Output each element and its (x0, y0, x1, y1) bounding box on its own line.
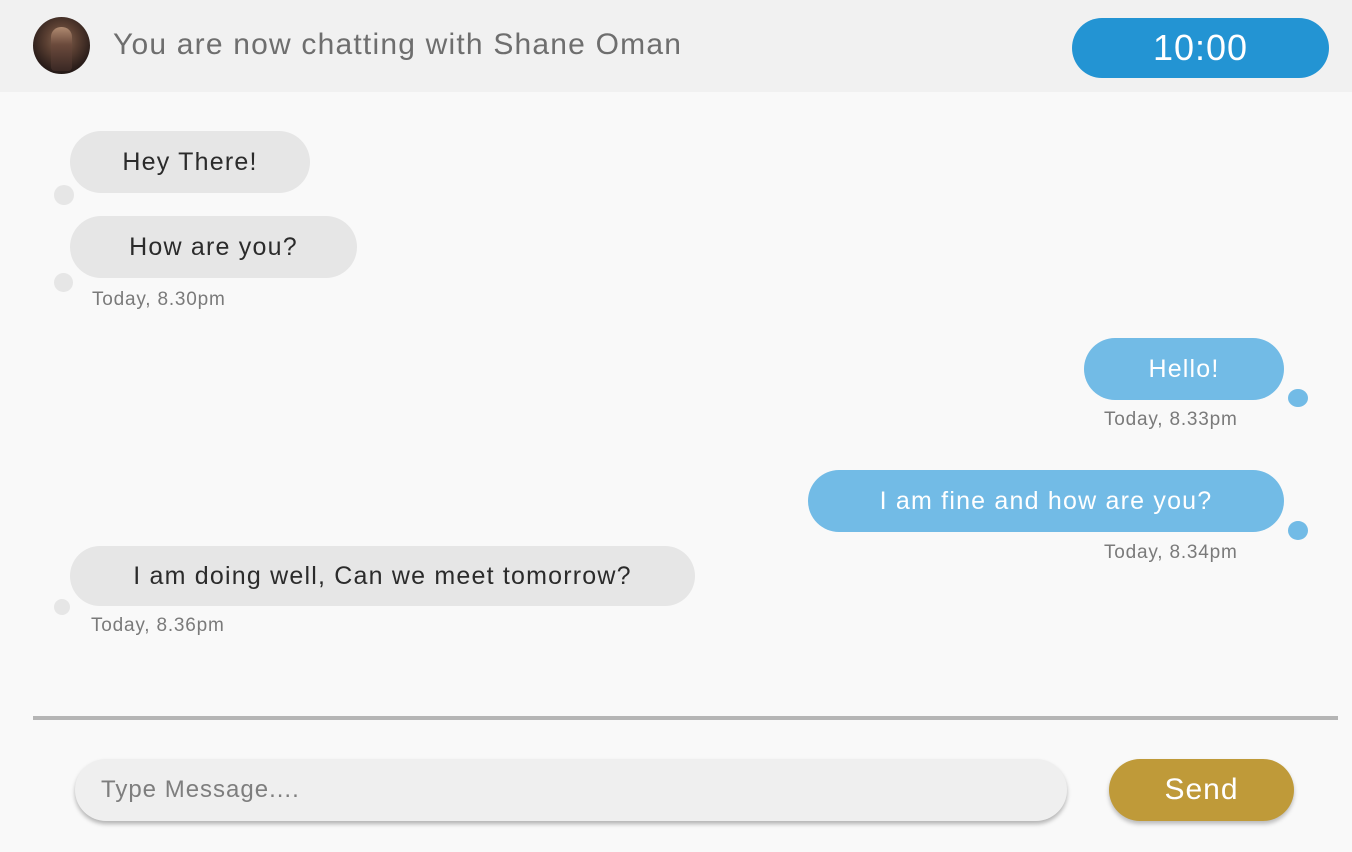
message-timestamp: Today, 8.33pm (1104, 409, 1238, 430)
message-bubble-outgoing: Hello! (1084, 338, 1284, 400)
avatar[interactable] (33, 17, 90, 74)
message-timestamp: Today, 8.34pm (1104, 542, 1238, 563)
bubble-tail (54, 599, 70, 615)
session-timer: 10:00 (1072, 18, 1329, 78)
bubble-tail (54, 185, 74, 205)
message-timestamp: Today, 8.30pm (92, 289, 226, 310)
message-bubble-incoming: Hey There! (70, 131, 310, 193)
composer-divider (33, 716, 1338, 720)
message-timestamp: Today, 8.36pm (91, 615, 225, 636)
message-bubble-incoming: How are you? (70, 216, 357, 278)
bubble-tail (1288, 389, 1308, 407)
bubble-tail (54, 273, 73, 292)
avatar-figure (51, 27, 72, 71)
message-bubble-incoming: I am doing well, Can we meet tomorrow? (70, 546, 695, 606)
chat-title: You are now chatting with Shane Oman (113, 28, 683, 61)
message-input[interactable] (75, 759, 1067, 821)
message-bubble-outgoing: I am fine and how are you? (808, 470, 1284, 532)
chat-header: You are now chatting with Shane Oman 10:… (0, 0, 1352, 92)
bubble-tail (1288, 521, 1308, 540)
send-button[interactable]: Send (1109, 759, 1294, 821)
